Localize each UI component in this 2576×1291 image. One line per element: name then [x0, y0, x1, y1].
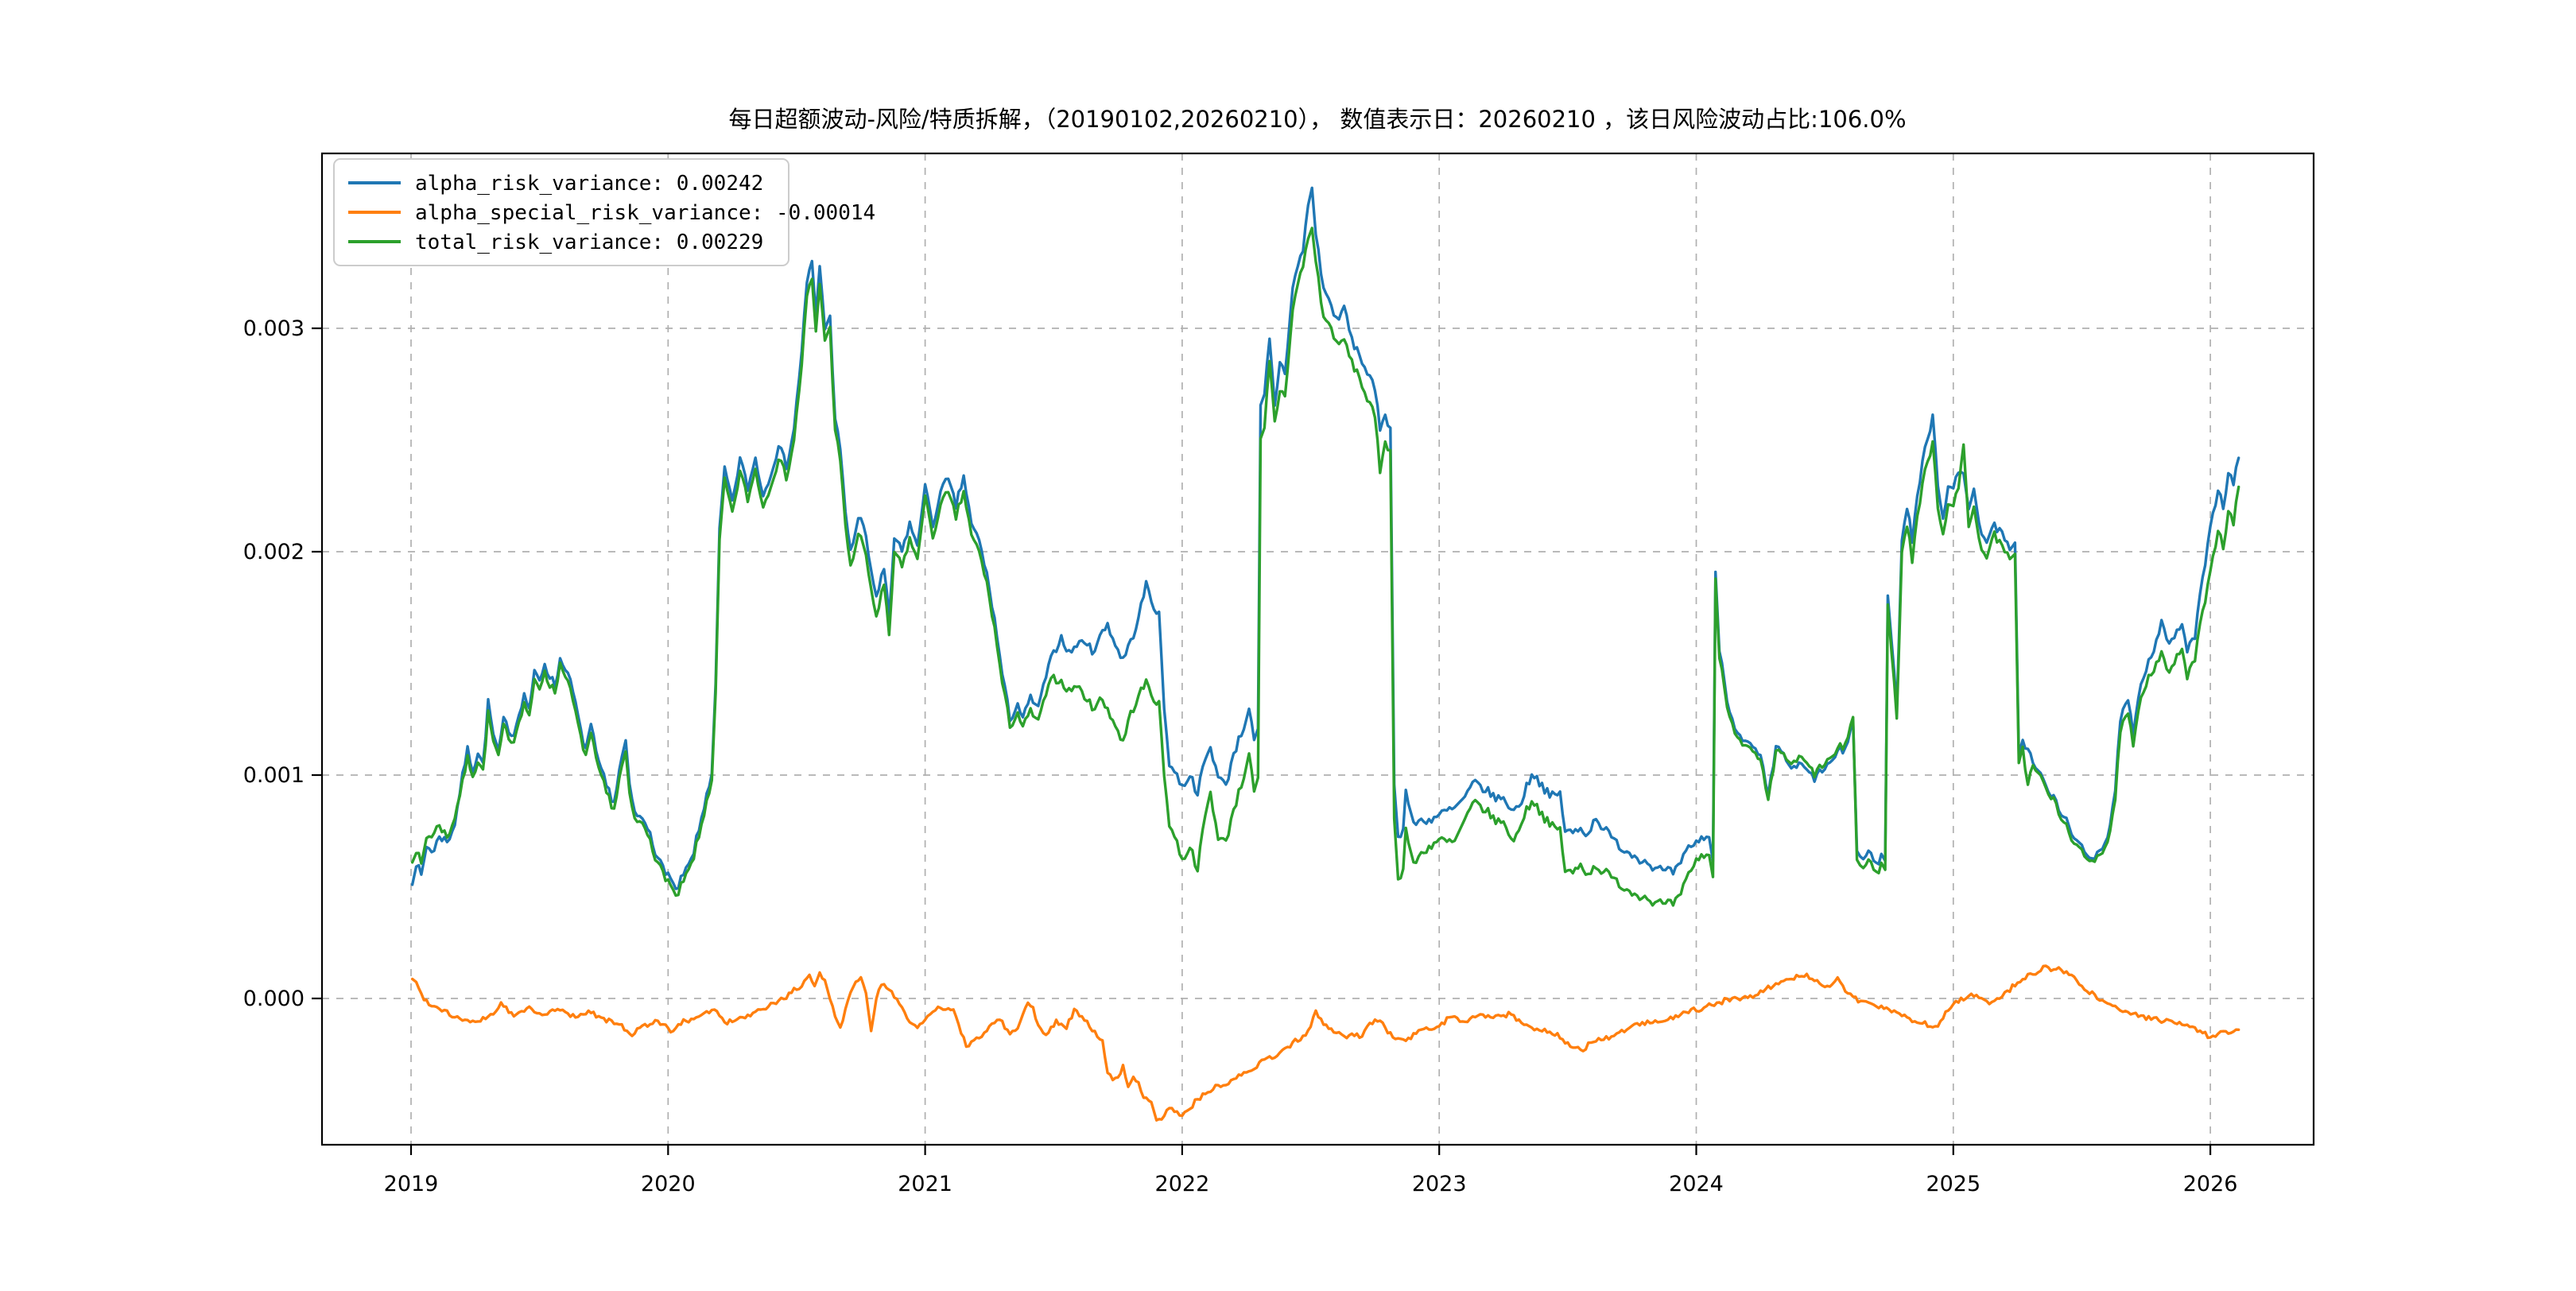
x-tick-label: 2026 — [2183, 1172, 2238, 1196]
chart: 每日超额波动-风险/特质拆解，（20190102,20260210）， 数值表示… — [0, 0, 2576, 1288]
x-tick-label: 2021 — [898, 1172, 952, 1196]
y-tick-label: 0.003 — [243, 316, 305, 341]
chart-title: 每日超额波动-风险/特质拆解，（20190102,20260210）， 数值表示… — [728, 106, 1906, 133]
figure-canvas: 每日超额波动-风险/特质拆解，（20190102,20260210）， 数值表示… — [0, 0, 2576, 1288]
y-tick-label: 0.002 — [243, 540, 305, 564]
y-tick-label: 0.000 — [243, 987, 305, 1011]
x-tick-label: 2019 — [384, 1172, 439, 1196]
legend-label-total_risk_variance: total_risk_variance: 0.00229 — [415, 231, 763, 254]
x-tick-label: 2020 — [641, 1172, 696, 1196]
x-tick-label: 2023 — [1412, 1172, 1467, 1196]
legend-label-alpha_special_risk_variance: alpha_special_risk_variance: -0.00014 — [415, 201, 875, 225]
x-tick-label: 2022 — [1155, 1172, 1210, 1196]
x-tick-label: 2024 — [1669, 1172, 1724, 1196]
y-tick-label: 0.001 — [243, 763, 305, 788]
x-tick-label: 2025 — [1926, 1172, 1980, 1196]
legend-label-alpha_risk_variance: alpha_risk_variance: 0.00242 — [415, 172, 763, 196]
